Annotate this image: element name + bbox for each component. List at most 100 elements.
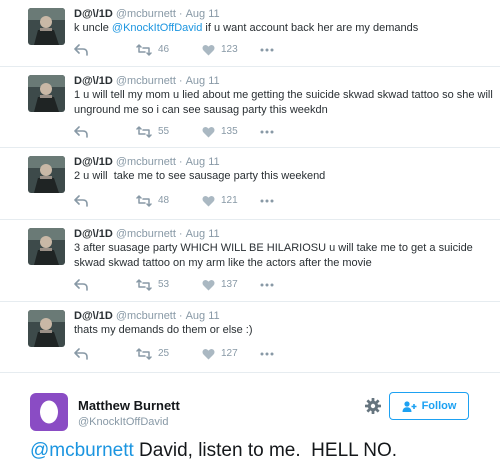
heart-icon (202, 44, 215, 56)
tweet-header: D@\/1D @mcburnett · Aug 11 (74, 227, 220, 241)
tweet-text-part: 1 u will tell my mom u lied about me get… (74, 89, 493, 116)
user-handle[interactable]: @mcburnett (116, 310, 176, 322)
reply-button[interactable] (74, 43, 88, 57)
reply-icon (74, 126, 88, 138)
avatar[interactable] (28, 75, 65, 112)
tweet-2[interactable]: D@\/1D @mcburnett · Aug 11 2 u will take me… (0, 148, 500, 220)
reply-text-body: David, listen to me. HELL NO. (133, 440, 398, 461)
like-count: 123 (221, 44, 238, 55)
avatar[interactable] (28, 310, 65, 347)
retweet-button[interactable]: 55 (136, 125, 169, 139)
reply-icon (74, 279, 88, 291)
reply-tweet-text: @mcburnett David, listen to me. HELL NO. (30, 440, 397, 462)
reply-user-handle[interactable]: @KnockItOffDavid (78, 416, 168, 428)
gear-icon (365, 398, 381, 414)
reply-icon (74, 44, 88, 56)
tweet-header: D@\/1D @mcburnett · Aug 11 (74, 7, 220, 21)
user-handle[interactable]: @mcburnett (116, 75, 176, 87)
tweet-1[interactable]: D@\/1D @mcburnett · Aug 11 1 u will tell my… (0, 67, 500, 148)
like-count: 127 (221, 348, 238, 359)
tweet-date[interactable]: Aug 11 (186, 75, 220, 87)
like-button[interactable]: 127 (202, 347, 238, 361)
tweet-text-part: thats my demands do them or else :) (74, 324, 253, 336)
tweet-actions: 46 123 (74, 43, 294, 57)
tweet-actions: 55 135 (74, 125, 294, 139)
avatar[interactable] (28, 228, 65, 265)
tweet-text-part: if u want account back her are my demand… (202, 22, 419, 34)
retweet-icon (136, 126, 152, 138)
reply-button[interactable] (74, 125, 88, 139)
retweet-button[interactable]: 46 (136, 43, 169, 57)
tweet-date[interactable]: Aug 11 (186, 310, 220, 322)
tweet-actions: 53 137 (74, 278, 294, 292)
tweet-3[interactable]: D@\/1D @mcburnett · Aug 11 3 after suasage … (0, 220, 500, 302)
retweet-count: 46 (158, 44, 170, 55)
heart-icon (202, 348, 215, 360)
tweet-actions: 25 127 (74, 347, 294, 361)
retweet-button[interactable]: 25 (136, 347, 169, 361)
retweet-icon (136, 195, 152, 207)
like-count: 121 (221, 195, 238, 206)
display-name[interactable]: D@\/1D (74, 156, 113, 168)
more-button[interactable] (260, 278, 274, 292)
tweet-date[interactable]: Aug 11 (186, 156, 220, 168)
display-name[interactable]: D@\/1D (74, 310, 113, 322)
add-user-icon (402, 400, 417, 412)
tweet-text-part: k uncle (74, 22, 112, 34)
tweet-header: D@\/1D @mcburnett · Aug 11 (74, 74, 220, 88)
retweet-icon (136, 44, 152, 56)
retweet-count: 48 (158, 195, 170, 206)
more-button[interactable] (260, 43, 274, 57)
more-button[interactable] (260, 347, 274, 361)
retweet-button[interactable]: 53 (136, 278, 169, 292)
separator-dot: · (178, 8, 183, 20)
retweet-icon (136, 279, 152, 291)
avatar[interactable] (28, 8, 65, 45)
tweet-date[interactable]: Aug 11 (186, 228, 220, 240)
tweet-header: D@\/1D @mcburnett · Aug 11 (74, 155, 220, 169)
like-button[interactable]: 121 (202, 194, 238, 208)
like-button[interactable]: 137 (202, 278, 238, 292)
follow-label: Follow (421, 400, 457, 412)
mention-link[interactable]: @KnockItOffDavid (112, 22, 202, 34)
avatar[interactable] (28, 156, 65, 193)
tweet-actions: 48 121 (74, 194, 294, 208)
separator-dot: · (178, 156, 183, 168)
reply-avatar[interactable] (30, 393, 68, 431)
reply-button[interactable] (74, 278, 88, 292)
display-name[interactable]: D@\/1D (74, 8, 113, 20)
more-button[interactable] (260, 194, 274, 208)
user-handle[interactable]: @mcburnett (116, 156, 176, 168)
tweet-0[interactable]: D@\/1D @mcburnett · Aug 11 k uncle @KnockIt… (0, 0, 500, 67)
tweet-date[interactable]: Aug 11 (186, 8, 220, 20)
tweet-text-part: 3 after suasage party WHICH WILL BE HILA… (74, 242, 473, 269)
retweet-button[interactable]: 48 (136, 194, 169, 208)
more-dots-icon (260, 352, 274, 356)
retweet-icon (136, 348, 152, 360)
tweet-text: 2 u will take me to see sausage party th… (74, 169, 494, 184)
display-name[interactable]: D@\/1D (74, 228, 113, 240)
like-count: 137 (221, 279, 238, 290)
more-dots-icon (260, 130, 274, 134)
user-handle[interactable]: @mcburnett (116, 228, 176, 240)
reply-button[interactable] (74, 194, 88, 208)
tweet-header: D@\/1D @mcburnett · Aug 11 (74, 309, 220, 323)
display-name[interactable]: D@\/1D (74, 75, 113, 87)
heart-icon (202, 126, 215, 138)
like-button[interactable]: 123 (202, 43, 238, 57)
reply-icon (74, 348, 88, 360)
separator-dot: · (178, 310, 183, 322)
settings-button[interactable] (364, 397, 382, 415)
user-handle[interactable]: @mcburnett (116, 8, 176, 20)
tweet-4[interactable]: D@\/1D @mcburnett · Aug 11 thats my demands… (0, 302, 500, 373)
reply-display-name[interactable]: Matthew Burnett (78, 398, 180, 413)
mention-link[interactable]: @mcburnett (30, 440, 134, 461)
tweet-thread-screenshot: D@\/1D @mcburnett · Aug 11 k uncle @KnockIt… (0, 0, 500, 470)
more-dots-icon (260, 48, 274, 52)
follow-button[interactable]: Follow (389, 392, 469, 420)
tweet-text-part: 2 u will take me to see sausage party th… (74, 170, 326, 182)
like-button[interactable]: 135 (202, 125, 238, 139)
retweet-count: 55 (158, 126, 170, 137)
more-button[interactable] (260, 125, 274, 139)
reply-button[interactable] (74, 347, 88, 361)
